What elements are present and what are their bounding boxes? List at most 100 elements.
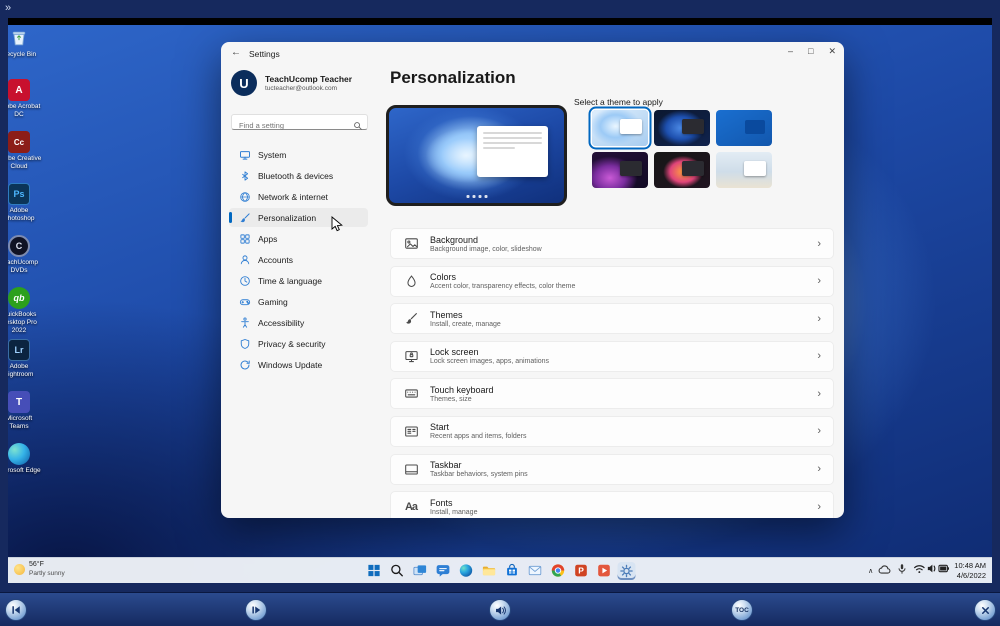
edge-icon bbox=[8, 443, 30, 465]
desktop-icon-lightroom[interactable]: Lr Adobe Lightroom bbox=[8, 339, 42, 379]
settings-row-lock-screen[interactable]: Lock screenLock screen images, apps, ani… bbox=[390, 341, 834, 372]
windows-taskbar: 56°F Partly sunny P bbox=[8, 557, 992, 583]
theme-thumbnail-flower[interactable] bbox=[654, 152, 710, 188]
sidebar-item-accounts[interactable]: Accounts bbox=[229, 250, 368, 269]
desktop-icon-edge[interactable]: Microsoft Edge bbox=[8, 443, 42, 475]
maximize-button[interactable]: □ bbox=[808, 46, 813, 57]
volume-button[interactable] bbox=[489, 599, 511, 621]
desktop-icon-photoshop[interactable]: Ps Adobe Photoshop bbox=[8, 183, 42, 223]
player-close-button[interactable] bbox=[974, 599, 996, 621]
update-icon bbox=[239, 359, 251, 371]
taskbar-clock[interactable]: 10:48 AM 4/6/2022 bbox=[954, 561, 986, 580]
settings-row-start[interactable]: StartRecent apps and items, folders › bbox=[390, 416, 834, 447]
desktop-icon-acrobat[interactable]: A Adobe Acrobat DC bbox=[8, 79, 42, 119]
close-button[interactable]: ✕ bbox=[828, 46, 836, 57]
toc-button-label: TOC bbox=[735, 607, 749, 614]
minimize-button[interactable]: – bbox=[788, 46, 793, 57]
row-title: Colors bbox=[430, 272, 575, 282]
settings-row-background[interactable]: BackgroundBackground image, color, slide… bbox=[390, 228, 834, 259]
personalization-rows: BackgroundBackground image, color, slide… bbox=[390, 228, 834, 518]
chrome-icon[interactable] bbox=[549, 562, 567, 580]
gamepad-icon bbox=[239, 296, 251, 308]
theme-thumbnail-light-landscape[interactable] bbox=[716, 152, 772, 188]
settings-row-fonts[interactable]: Aa FontsInstall, manage › bbox=[390, 491, 834, 518]
theme-thumbnail-windows-dark[interactable] bbox=[654, 110, 710, 146]
theme-thumbnail-blue[interactable] bbox=[716, 110, 772, 146]
sidebar-item-system[interactable]: System bbox=[229, 145, 368, 164]
sidebar-item-personalization[interactable]: Personalization bbox=[229, 208, 368, 227]
paintbrush-icon bbox=[239, 212, 251, 224]
sidebar-item-label: Windows Update bbox=[258, 360, 322, 370]
brush-icon bbox=[403, 311, 419, 327]
training-player-icon[interactable] bbox=[595, 562, 613, 580]
onedrive-icon[interactable] bbox=[878, 562, 891, 580]
settings-sidebar: System Bluetooth & devices Network & int… bbox=[229, 145, 368, 376]
player-control-bar: TOC bbox=[0, 592, 1000, 626]
settings-gear-icon[interactable] bbox=[618, 562, 636, 580]
player-top-bar: » bbox=[0, 0, 1000, 18]
row-subtitle: Recent apps and items, folders bbox=[430, 433, 527, 440]
sidebar-item-label: Network & internet bbox=[258, 192, 328, 202]
settings-row-colors[interactable]: ColorsAccent color, transparency effects… bbox=[390, 266, 834, 297]
recycle-bin-icon bbox=[8, 27, 30, 49]
file-explorer-icon[interactable] bbox=[480, 562, 498, 580]
play-pause-button[interactable] bbox=[245, 599, 267, 621]
clock-icon bbox=[239, 275, 251, 287]
chevron-right-icon: › bbox=[817, 425, 821, 437]
row-title: Background bbox=[430, 235, 542, 245]
desktop-icon-quickbooks[interactable]: qb QuickBooks Desktop Pro 2022 bbox=[8, 287, 42, 334]
video-screen: Recycle Bin A Adobe Acrobat DC Cc Adobe … bbox=[8, 18, 992, 583]
theme-picker-label: Select a theme to apply bbox=[574, 97, 663, 107]
settings-row-taskbar[interactable]: TaskbarTaskbar behaviors, system pins › bbox=[390, 454, 834, 485]
sidebar-item-accessibility[interactable]: Accessibility bbox=[229, 313, 368, 332]
chat-icon[interactable] bbox=[434, 562, 452, 580]
chevron-right-icon: › bbox=[817, 238, 821, 250]
player-expand-icon[interactable]: » bbox=[5, 2, 11, 14]
lightroom-icon: Lr bbox=[8, 339, 30, 361]
settings-row-themes[interactable]: ThemesInstall, create, manage › bbox=[390, 303, 834, 334]
back-button[interactable]: ← bbox=[231, 47, 241, 58]
microphone-icon[interactable] bbox=[896, 562, 908, 580]
droplet-icon bbox=[403, 273, 419, 289]
sidebar-item-apps[interactable]: Apps bbox=[229, 229, 368, 248]
creative-cloud-icon: Cc bbox=[8, 131, 30, 153]
sidebar-item-time-language[interactable]: Time & language bbox=[229, 271, 368, 290]
task-view-button[interactable] bbox=[411, 562, 429, 580]
accessibility-icon bbox=[239, 317, 251, 329]
desktop-icon-recycle-bin[interactable]: Recycle Bin bbox=[8, 27, 42, 59]
theme-thumbnail-windows-light[interactable] bbox=[592, 110, 648, 146]
desktop-icon-teachucomp[interactable]: C TeachUcomp DVDs bbox=[8, 235, 42, 275]
desktop-icon-creative-cloud[interactable]: Cc Adobe Creative Cloud bbox=[8, 131, 42, 171]
taskbar-row-icon bbox=[403, 461, 419, 477]
settings-row-touch-keyboard[interactable]: Touch keyboardThemes, size › bbox=[390, 378, 834, 409]
windows-desktop[interactable]: Recycle Bin A Adobe Acrobat DC Cc Adobe … bbox=[8, 25, 992, 583]
store-icon[interactable] bbox=[503, 562, 521, 580]
row-title: Taskbar bbox=[430, 460, 528, 470]
weather-sun-icon bbox=[14, 564, 25, 575]
mail-icon[interactable] bbox=[526, 562, 544, 580]
sidebar-item-privacy-security[interactable]: Privacy & security bbox=[229, 334, 368, 353]
taskbar-center-icons: P bbox=[365, 558, 636, 583]
weather-widget[interactable]: 56°F Partly sunny bbox=[14, 561, 65, 578]
sidebar-item-gaming[interactable]: Gaming bbox=[229, 292, 368, 311]
user-account[interactable]: U TeachUcomp Teacher tucteacher@outlook.… bbox=[231, 70, 352, 96]
skip-to-start-button[interactable] bbox=[5, 599, 27, 621]
sidebar-item-windows-update[interactable]: Windows Update bbox=[229, 355, 368, 374]
chevron-right-icon: › bbox=[817, 388, 821, 400]
toc-button[interactable]: TOC bbox=[731, 599, 753, 621]
theme-thumbnail-purple-glow[interactable] bbox=[592, 152, 648, 188]
sidebar-item-label: Personalization bbox=[258, 213, 316, 223]
powerpoint-icon[interactable]: P bbox=[572, 562, 590, 580]
search-button[interactable] bbox=[388, 562, 406, 580]
tray-chevron-icon[interactable]: ∧ bbox=[868, 567, 873, 575]
bluetooth-icon bbox=[239, 170, 251, 182]
sidebar-item-label: Accounts bbox=[258, 255, 293, 265]
start-button[interactable] bbox=[365, 562, 383, 580]
clock-date: 4/6/2022 bbox=[954, 571, 986, 580]
sidebar-item-bluetooth-devices[interactable]: Bluetooth & devices bbox=[229, 166, 368, 185]
search-input[interactable] bbox=[232, 119, 367, 133]
edge-taskbar-icon[interactable] bbox=[457, 562, 475, 580]
wifi-volume-battery-icons[interactable] bbox=[913, 562, 949, 580]
desktop-icon-teams[interactable]: T Microsoft Teams bbox=[8, 391, 42, 431]
sidebar-item-network-internet[interactable]: Network & internet bbox=[229, 187, 368, 206]
